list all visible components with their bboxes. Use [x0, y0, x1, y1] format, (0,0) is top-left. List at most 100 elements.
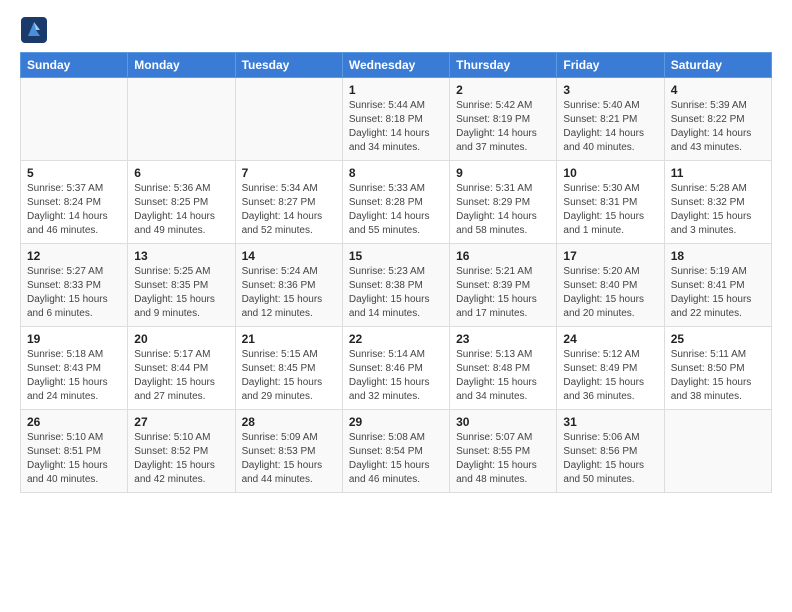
calendar-cell: 27 Sunrise: 5:10 AM Sunset: 8:52 PM Dayli…: [128, 410, 235, 493]
day-info: Sunrise: 5:20 AM Sunset: 8:40 PM Dayligh…: [563, 265, 657, 321]
day-info: Sunrise: 5:09 AM Sunset: 8:53 PM Dayligh…: [242, 431, 336, 487]
calendar-cell: [664, 410, 771, 493]
calendar-cell: [128, 78, 235, 161]
day-number: 12: [27, 249, 121, 263]
weekday-header-row: SundayMondayTuesdayWednesdayThursdayFrid…: [21, 53, 772, 78]
day-number: 23: [456, 332, 550, 346]
day-info: Sunrise: 5:27 AM Sunset: 8:33 PM Dayligh…: [27, 265, 121, 321]
day-number: 20: [134, 332, 228, 346]
calendar-cell: 9 Sunrise: 5:31 AM Sunset: 8:29 PM Daylig…: [450, 161, 557, 244]
day-info: Sunrise: 5:21 AM Sunset: 8:39 PM Dayligh…: [456, 265, 550, 321]
calendar-cell: 17 Sunrise: 5:20 AM Sunset: 8:40 PM Dayli…: [557, 244, 664, 327]
day-info: Sunrise: 5:12 AM Sunset: 8:49 PM Dayligh…: [563, 348, 657, 404]
day-number: 13: [134, 249, 228, 263]
day-number: 11: [671, 166, 765, 180]
day-info: Sunrise: 5:30 AM Sunset: 8:31 PM Dayligh…: [563, 182, 657, 238]
day-info: Sunrise: 5:13 AM Sunset: 8:48 PM Dayligh…: [456, 348, 550, 404]
calendar-week-row: 5 Sunrise: 5:37 AM Sunset: 8:24 PM Daylig…: [21, 161, 772, 244]
day-number: 19: [27, 332, 121, 346]
page: SundayMondayTuesdayWednesdayThursdayFrid…: [0, 0, 792, 509]
day-number: 6: [134, 166, 228, 180]
calendar-cell: [21, 78, 128, 161]
calendar-cell: 10 Sunrise: 5:30 AM Sunset: 8:31 PM Dayli…: [557, 161, 664, 244]
day-number: 27: [134, 415, 228, 429]
day-number: 4: [671, 83, 765, 97]
day-info: Sunrise: 5:25 AM Sunset: 8:35 PM Dayligh…: [134, 265, 228, 321]
calendar-cell: 6 Sunrise: 5:36 AM Sunset: 8:25 PM Daylig…: [128, 161, 235, 244]
day-info: Sunrise: 5:10 AM Sunset: 8:52 PM Dayligh…: [134, 431, 228, 487]
calendar-week-row: 1Sunrise: 5:44 AM Sunset: 8:18 PM Daylig…: [21, 78, 772, 161]
day-info: Sunrise: 5:18 AM Sunset: 8:43 PM Dayligh…: [27, 348, 121, 404]
calendar-cell: 23 Sunrise: 5:13 AM Sunset: 8:48 PM Dayli…: [450, 327, 557, 410]
calendar-cell: 19 Sunrise: 5:18 AM Sunset: 8:43 PM Dayli…: [21, 327, 128, 410]
day-info: Sunrise: 5:33 AM Sunset: 8:28 PM Dayligh…: [349, 182, 443, 238]
day-info: Sunrise: 5:06 AM Sunset: 8:56 PM Dayligh…: [563, 431, 657, 487]
day-info: Sunrise: 5:14 AM Sunset: 8:46 PM Dayligh…: [349, 348, 443, 404]
day-number: 18: [671, 249, 765, 263]
calendar-cell: 3 Sunrise: 5:40 AM Sunset: 8:21 PM Daylig…: [557, 78, 664, 161]
day-info: Sunrise: 5:36 AM Sunset: 8:25 PM Dayligh…: [134, 182, 228, 238]
calendar-cell: 26 Sunrise: 5:10 AM Sunset: 8:51 PM Dayli…: [21, 410, 128, 493]
calendar-table: SundayMondayTuesdayWednesdayThursdayFrid…: [20, 52, 772, 493]
day-info: Sunrise: 5:10 AM Sunset: 8:51 PM Dayligh…: [27, 431, 121, 487]
day-number: 29: [349, 415, 443, 429]
calendar-cell: 15 Sunrise: 5:23 AM Sunset: 8:38 PM Dayli…: [342, 244, 449, 327]
calendar-cell: 5 Sunrise: 5:37 AM Sunset: 8:24 PM Daylig…: [21, 161, 128, 244]
day-number: 3: [563, 83, 657, 97]
day-info: Sunrise: 5:39 AM Sunset: 8:22 PM Dayligh…: [671, 99, 765, 155]
day-number: 15: [349, 249, 443, 263]
day-number: 26: [27, 415, 121, 429]
calendar-cell: 14Sunrise: 5:24 AM Sunset: 8:36 PM Dayli…: [235, 244, 342, 327]
day-info: Sunrise: 5:28 AM Sunset: 8:32 PM Dayligh…: [671, 182, 765, 238]
day-info: Sunrise: 5:11 AM Sunset: 8:50 PM Dayligh…: [671, 348, 765, 404]
weekday-header-friday: Friday: [557, 53, 664, 78]
weekday-header-thursday: Thursday: [450, 53, 557, 78]
day-number: 10: [563, 166, 657, 180]
calendar-cell: 29 Sunrise: 5:08 AM Sunset: 8:54 PM Dayli…: [342, 410, 449, 493]
day-info: Sunrise: 5:31 AM Sunset: 8:29 PM Dayligh…: [456, 182, 550, 238]
day-number: 7: [242, 166, 336, 180]
day-number: 21: [242, 332, 336, 346]
day-number: 24: [563, 332, 657, 346]
calendar-cell: 11 Sunrise: 5:28 AM Sunset: 8:32 PM Dayli…: [664, 161, 771, 244]
day-number: 22: [349, 332, 443, 346]
day-number: 1: [349, 83, 443, 97]
day-number: 31: [563, 415, 657, 429]
day-info: Sunrise: 5:23 AM Sunset: 8:38 PM Dayligh…: [349, 265, 443, 321]
day-number: 16: [456, 249, 550, 263]
calendar-week-row: 26 Sunrise: 5:10 AM Sunset: 8:51 PM Dayli…: [21, 410, 772, 493]
day-info: Sunrise: 5:19 AM Sunset: 8:41 PM Dayligh…: [671, 265, 765, 321]
day-info: Sunrise: 5:37 AM Sunset: 8:24 PM Dayligh…: [27, 182, 121, 238]
calendar-cell: 7 Sunrise: 5:34 AM Sunset: 8:27 PM Daylig…: [235, 161, 342, 244]
day-number: 17: [563, 249, 657, 263]
calendar-cell: 20Sunrise: 5:17 AM Sunset: 8:44 PM Dayli…: [128, 327, 235, 410]
day-number: 14: [242, 249, 336, 263]
calendar-cell: 8Sunrise: 5:33 AM Sunset: 8:28 PM Daylig…: [342, 161, 449, 244]
day-number: 28: [242, 415, 336, 429]
weekday-header-wednesday: Wednesday: [342, 53, 449, 78]
header: [20, 16, 772, 44]
calendar-cell: 12 Sunrise: 5:27 AM Sunset: 8:33 PM Dayli…: [21, 244, 128, 327]
day-number: 5: [27, 166, 121, 180]
weekday-header-monday: Monday: [128, 53, 235, 78]
calendar-cell: 1Sunrise: 5:44 AM Sunset: 8:18 PM Daylig…: [342, 78, 449, 161]
day-number: 2: [456, 83, 550, 97]
day-info: Sunrise: 5:07 AM Sunset: 8:55 PM Dayligh…: [456, 431, 550, 487]
calendar-cell: [235, 78, 342, 161]
weekday-header-tuesday: Tuesday: [235, 53, 342, 78]
day-info: Sunrise: 5:08 AM Sunset: 8:54 PM Dayligh…: [349, 431, 443, 487]
calendar-cell: 21Sunrise: 5:15 AM Sunset: 8:45 PM Dayli…: [235, 327, 342, 410]
calendar-cell: 22 Sunrise: 5:14 AM Sunset: 8:46 PM Dayli…: [342, 327, 449, 410]
calendar-cell: 4 Sunrise: 5:39 AM Sunset: 8:22 PM Daylig…: [664, 78, 771, 161]
calendar-week-row: 12 Sunrise: 5:27 AM Sunset: 8:33 PM Dayli…: [21, 244, 772, 327]
calendar-cell: 16 Sunrise: 5:21 AM Sunset: 8:39 PM Dayli…: [450, 244, 557, 327]
day-number: 9: [456, 166, 550, 180]
calendar-cell: 18 Sunrise: 5:19 AM Sunset: 8:41 PM Dayli…: [664, 244, 771, 327]
day-info: Sunrise: 5:40 AM Sunset: 8:21 PM Dayligh…: [563, 99, 657, 155]
calendar-cell: 2Sunrise: 5:42 AM Sunset: 8:19 PM Daylig…: [450, 78, 557, 161]
day-info: Sunrise: 5:34 AM Sunset: 8:27 PM Dayligh…: [242, 182, 336, 238]
calendar-week-row: 19 Sunrise: 5:18 AM Sunset: 8:43 PM Dayli…: [21, 327, 772, 410]
calendar-cell: 31 Sunrise: 5:06 AM Sunset: 8:56 PM Dayli…: [557, 410, 664, 493]
weekday-header-sunday: Sunday: [21, 53, 128, 78]
logo: [20, 16, 50, 44]
